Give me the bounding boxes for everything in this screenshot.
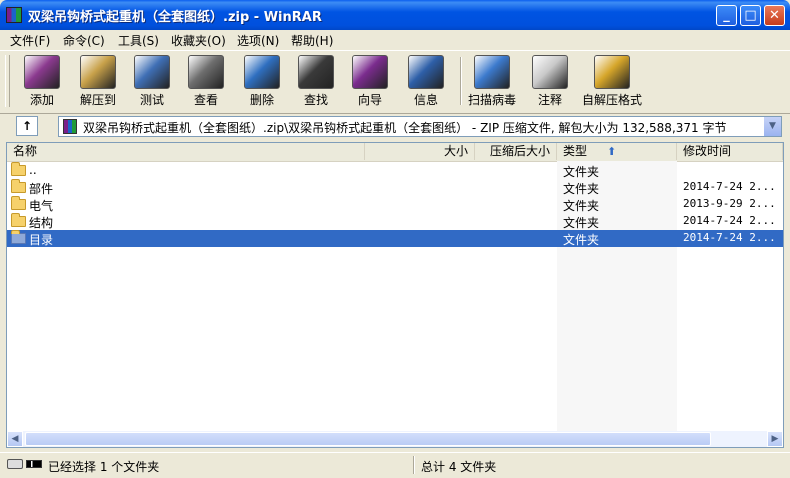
column-header-size[interactable]: 大小 xyxy=(365,143,475,160)
find-icon xyxy=(298,55,334,89)
maximize-button[interactable]: □ xyxy=(740,5,761,26)
menu-bar: 文件(F) 命令(C) 工具(S) 收藏夹(O) 选项(N) 帮助(H) xyxy=(0,30,790,49)
address-dropdown-button[interactable]: ▼ xyxy=(763,117,781,136)
extract-to-icon xyxy=(80,55,116,89)
sort-up-icon: ⬆ xyxy=(607,145,617,158)
menu-tools[interactable]: 工具(S) xyxy=(118,32,159,49)
row-type: 文件夹 xyxy=(563,165,600,179)
menu-favorites[interactable]: 收藏夹(O) xyxy=(171,32,226,49)
view-icon xyxy=(188,55,224,89)
column-header-type[interactable]: 类型 ⬆ xyxy=(557,143,677,160)
winrar-app-icon xyxy=(6,7,22,23)
menu-file[interactable]: 文件(F) xyxy=(10,32,50,49)
up-folder-button[interactable]: ↑ xyxy=(16,116,38,136)
title-bar[interactable]: 双梁吊钩桥式起重机（全套图纸）.zip - WinRAR _ □ ✕ xyxy=(0,0,790,30)
row-type: 文件夹 xyxy=(563,199,600,213)
column-header-name[interactable]: 名称 xyxy=(7,143,365,160)
toolbar-button-10[interactable]: 自解压格式 xyxy=(582,53,642,109)
row-name: 目录 xyxy=(29,233,54,247)
address-text: 双梁吊钩桥式起重机（全套图纸）.zip\双梁吊钩桥式起重机（全套图纸） - ZI… xyxy=(83,121,727,135)
wizard-icon xyxy=(352,55,388,89)
toolbar-button-9[interactable]: 注释 xyxy=(520,53,580,109)
scroll-thumb[interactable] xyxy=(25,432,711,446)
file-list[interactable]: 名称 大小 压缩后大小 类型 ⬆ 修改时间 .. 文件夹 部件 文件夹 2014-7-2… xyxy=(6,142,784,448)
row-name: 部件 xyxy=(29,182,54,196)
toolbar-button-8[interactable]: 扫描病毒 xyxy=(462,53,522,109)
row-modified: 2013-9-29 2... xyxy=(683,197,776,210)
close-button[interactable]: ✕ xyxy=(764,5,785,26)
menu-help[interactable]: 帮助(H) xyxy=(291,32,333,49)
toolbar-button-7[interactable]: 信息 xyxy=(396,53,456,109)
row-name: .. xyxy=(29,163,37,177)
status-bar: 已经选择 1 个文件夹 总计 4 文件夹 xyxy=(0,452,790,477)
row-type: 文件夹 xyxy=(563,216,600,230)
address-field[interactable]: 双梁吊钩桥式起重机（全套图纸）.zip\双梁吊钩桥式起重机（全套图纸） - ZI… xyxy=(58,116,782,137)
scroll-left-button[interactable]: ◀ xyxy=(7,431,23,447)
archive-icon xyxy=(63,119,77,134)
folder-icon xyxy=(11,179,26,193)
toolbar-separator xyxy=(460,57,462,105)
toolbar: 添加 解压到 测试 查看 删除 查找 向导 信息 扫描病毒 注释 自解压格式 xyxy=(0,50,790,114)
table-row[interactable]: .. 文件夹 xyxy=(7,162,783,179)
menu-commands[interactable]: 命令(C) xyxy=(63,32,105,49)
horizontal-scrollbar[interactable]: ◀ ▶ xyxy=(7,431,783,447)
row-modified: 2014-7-24 2... xyxy=(683,231,776,244)
table-row[interactable]: 电气 文件夹 2013-9-29 2... xyxy=(7,196,783,213)
folder-icon xyxy=(11,196,26,210)
column-header-type-label: 类型 xyxy=(563,144,588,158)
window-title: 双梁吊钩桥式起重机（全套图纸）.zip - WinRAR xyxy=(28,10,322,25)
toolbar-label: 自解压格式 xyxy=(581,93,642,107)
row-modified: 2014-7-24 2... xyxy=(683,214,776,227)
sfx-icon xyxy=(594,55,630,89)
row-name: 结构 xyxy=(29,216,54,230)
winrar-window: 双梁吊钩桥式起重机（全套图纸）.zip - WinRAR _ □ ✕ 文件(F)… xyxy=(0,0,790,478)
minimize-button[interactable]: _ xyxy=(716,5,737,26)
folder-icon xyxy=(11,213,26,227)
row-type: 文件夹 xyxy=(563,233,600,247)
address-bar: ↑ 双梁吊钩桥式起重机（全套图纸）.zip\双梁吊钩桥式起重机（全套图纸） - … xyxy=(0,113,790,139)
status-total: 总计 4 文件夹 xyxy=(421,460,497,474)
menu-options[interactable]: 选项(N) xyxy=(237,32,279,49)
folder-icon xyxy=(11,162,26,176)
row-modified: 2014-7-24 2... xyxy=(683,180,776,193)
row-type: 文件夹 xyxy=(563,182,600,196)
scroll-right-button[interactable]: ▶ xyxy=(767,431,783,447)
table-row[interactable]: 部件 文件夹 2014-7-24 2... xyxy=(7,179,783,196)
delete-icon xyxy=(244,55,280,89)
info-icon xyxy=(408,55,444,89)
scan-virus-icon xyxy=(474,55,510,89)
folder-icon xyxy=(11,230,26,244)
add-archive-icon xyxy=(24,55,60,89)
table-row[interactable]: 结构 文件夹 2014-7-24 2... xyxy=(7,213,783,230)
status-selected: 已经选择 1 个文件夹 xyxy=(48,460,160,474)
comment-icon xyxy=(532,55,568,89)
row-name: 电气 xyxy=(29,199,54,213)
test-icon xyxy=(134,55,170,89)
column-header-modified[interactable]: 修改时间 xyxy=(677,143,783,160)
drive-icon[interactable] xyxy=(7,459,23,469)
key-icon[interactable] xyxy=(26,460,42,468)
column-header-packed[interactable]: 压缩后大小 xyxy=(475,143,557,160)
list-header: 名称 大小 压缩后大小 类型 ⬆ 修改时间 xyxy=(7,143,783,162)
table-row[interactable]: 目录 文件夹 2014-7-24 2... xyxy=(7,230,783,247)
toolbar-label: 信息 xyxy=(413,93,438,107)
status-divider xyxy=(413,456,415,474)
